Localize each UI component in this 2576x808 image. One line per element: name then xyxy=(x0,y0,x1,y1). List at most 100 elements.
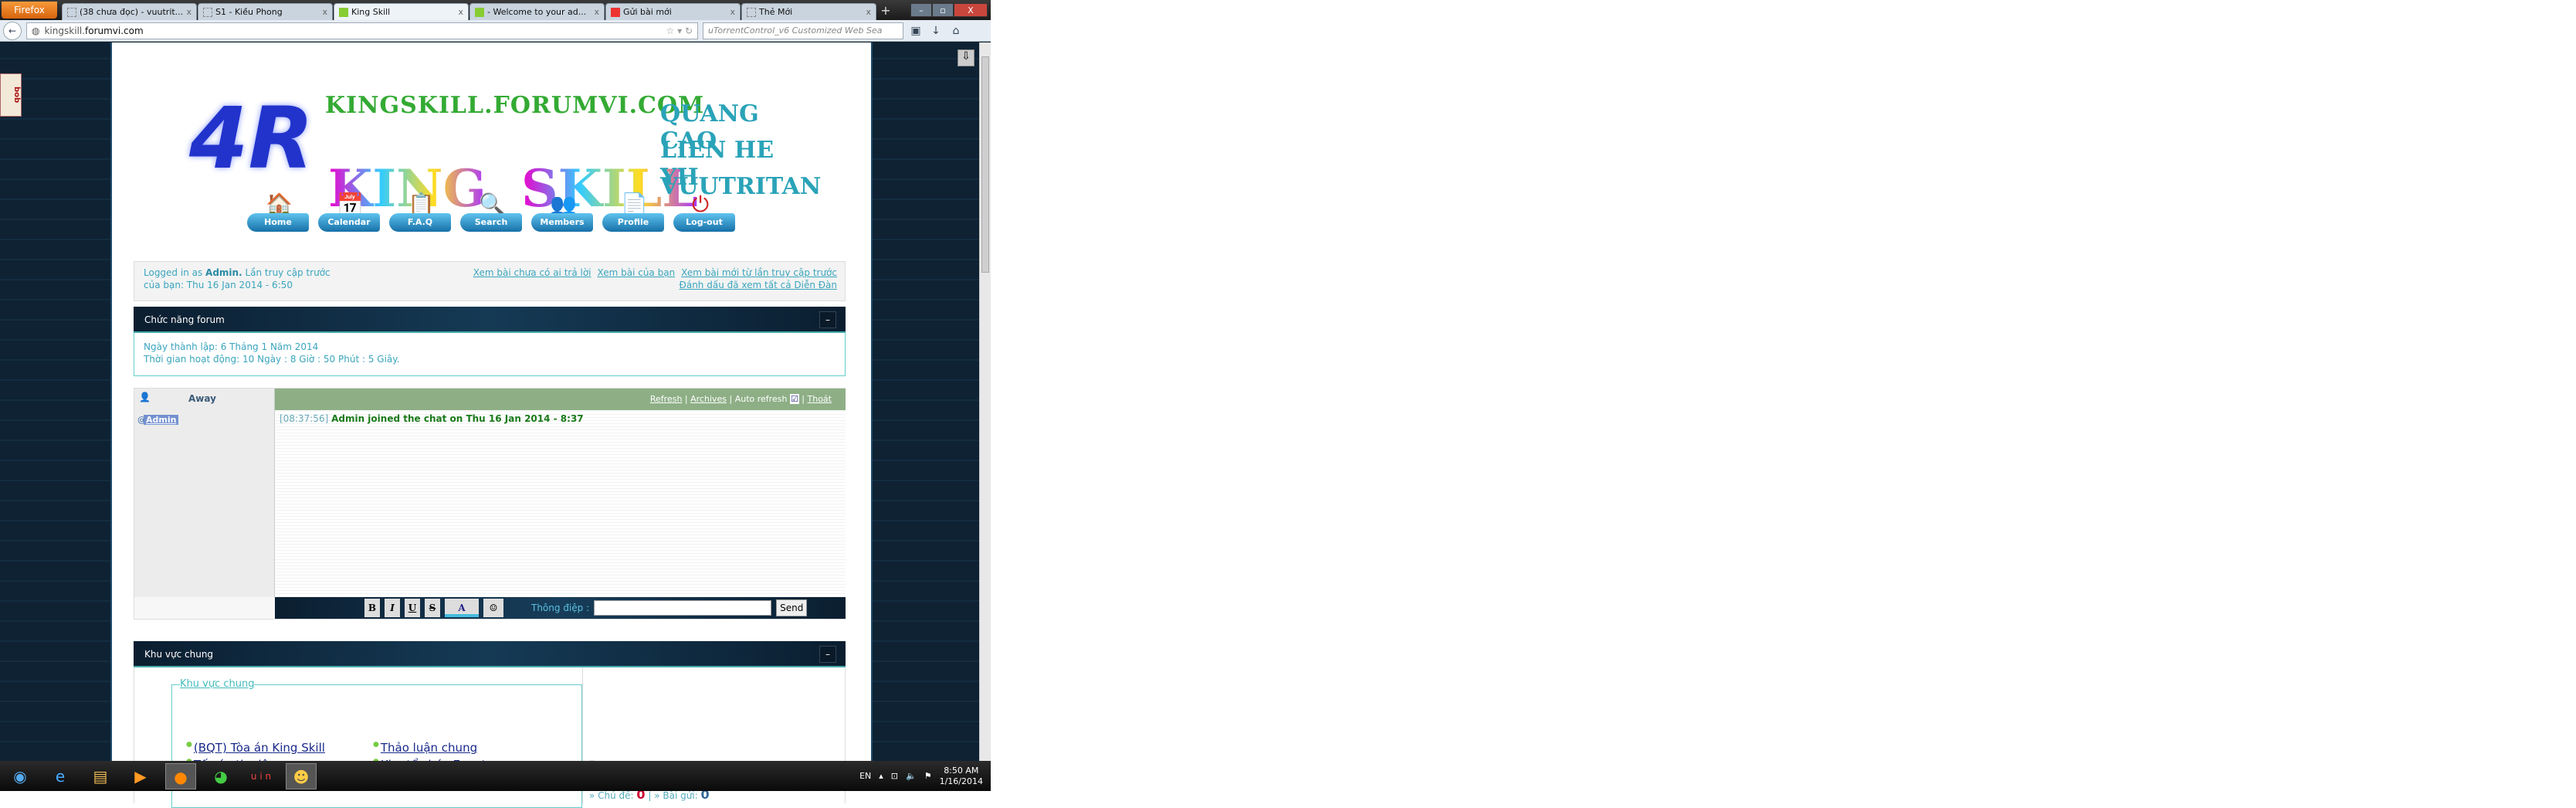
chrome-icon[interactable]: ◕ xyxy=(205,763,236,789)
close-tab-icon[interactable]: x xyxy=(186,7,192,17)
scroll-down-icon[interactable]: ⇩ xyxy=(958,49,974,66)
menu-label: F.A.Q xyxy=(389,213,451,232)
network-icon[interactable]: ⊡ xyxy=(891,771,898,781)
browser-tab-active[interactable]: King Skill x xyxy=(334,3,469,20)
archives-link[interactable]: Archives xyxy=(690,394,727,404)
tab-label: King Skill xyxy=(351,7,391,17)
home-icon[interactable]: ⌂ xyxy=(948,25,964,37)
collapse-button[interactable]: – xyxy=(819,646,836,663)
login-user[interactable]: Admin. xyxy=(205,267,242,278)
menu-home[interactable]: 🏠 Home xyxy=(247,193,310,232)
firefox-icon[interactable]: ● xyxy=(165,762,196,789)
your-posts-link[interactable]: Xem bài của bạn xyxy=(598,267,676,278)
send-button[interactable]: Send xyxy=(776,599,808,616)
flag-icon[interactable]: ⚑ xyxy=(924,771,932,781)
scrollbar[interactable] xyxy=(979,42,991,761)
close-tab-icon[interactable]: x xyxy=(730,7,735,17)
firefox-menu-button[interactable]: Firefox xyxy=(2,2,57,19)
search-input[interactable]: uTorrentControl_v6 Customized Web Sea xyxy=(703,22,903,39)
chat-user[interactable]: Admin xyxy=(144,415,179,425)
menu-label: Members xyxy=(531,213,593,232)
close-tab-icon[interactable]: x xyxy=(594,7,599,17)
menu-faq[interactable]: 📋 F.A.Q xyxy=(389,193,452,232)
favicon-icon xyxy=(747,7,756,17)
message-text: Admin joined the chat on Thu 16 Jan 2014… xyxy=(331,413,584,424)
login-info: Logged in as Admin. Lần truy cập trước c… xyxy=(134,261,846,301)
menu-search[interactable]: 🔍 Search xyxy=(460,193,524,232)
scrollbar-thumb[interactable] xyxy=(981,56,989,273)
browser-tab[interactable]: S1 - Kiều Phong x xyxy=(198,3,333,20)
browser-tab[interactable]: Gửi bài mới x xyxy=(605,3,741,20)
clock-time: 8:50 AM xyxy=(944,765,979,776)
tab-label: S1 - Kiều Phong xyxy=(215,7,283,17)
menu-label: Profile xyxy=(602,213,664,232)
explorer-icon[interactable]: ▤ xyxy=(85,763,116,789)
favicon-icon xyxy=(339,7,348,17)
menu-profile[interactable]: 📄 Profile xyxy=(602,193,666,232)
game-icon[interactable]: ☻ xyxy=(286,762,317,789)
download-icon[interactable]: ↓ xyxy=(928,25,944,37)
message-input[interactable] xyxy=(594,600,772,616)
new-posts-link[interactable]: Xem bài mới từ lần truy cập trước xyxy=(681,267,837,278)
back-button[interactable]: ← xyxy=(3,21,22,40)
subforum-link[interactable]: (BQT) Tòa án King Skill xyxy=(186,741,325,755)
tab-label: Gửi bài mới xyxy=(623,7,672,17)
unikey-icon[interactable]: u i n xyxy=(246,763,276,789)
browser-tab[interactable]: - Welcome to your ad... x xyxy=(469,3,605,20)
mark-all-read-link[interactable]: Đánh dấu đã xem tất cả Diễn Đàn xyxy=(680,280,837,290)
topics-label: » Chủ đề: xyxy=(589,790,637,801)
italic-button[interactable]: I xyxy=(385,599,400,617)
ie-icon[interactable]: e xyxy=(45,763,76,789)
panel-header: Khu vực chung – xyxy=(134,641,846,667)
panel-title: Khu vực chung xyxy=(144,649,214,660)
smiley-icon[interactable]: ☺ xyxy=(483,599,503,617)
close-window-button[interactable]: X xyxy=(954,3,988,17)
clock[interactable]: 8:50 AM 1/16/2014 xyxy=(940,766,983,787)
bookmarks-icon[interactable]: ▣ xyxy=(908,25,924,37)
bold-button[interactable]: B xyxy=(364,599,380,617)
posts-label: » Bài gửi: xyxy=(654,790,701,801)
exit-link[interactable]: Thoát xyxy=(808,394,832,404)
close-tab-icon[interactable]: x xyxy=(322,7,327,17)
subforum-link[interactable]: Thảo luận chung xyxy=(373,741,477,755)
tray-expand-icon[interactable]: ▴ xyxy=(879,771,883,781)
restore-button[interactable]: ▫ xyxy=(932,3,954,17)
bookmark-star-icon[interactable]: ☆ ▾ ↻ xyxy=(666,25,693,36)
address-bar[interactable]: ◍ kingskill.forumvi.com ☆ ▾ ↻ xyxy=(26,22,698,39)
tab-bar: Firefox (38 chưa đọc) - vuutrit... x S1 -… xyxy=(0,0,991,20)
general-area-panel: Khu vực chung – xyxy=(134,641,846,667)
window-controls: – ▫ X xyxy=(910,3,988,17)
side-tab[interactable]: bob xyxy=(0,73,22,117)
media-player-icon[interactable]: ▶ xyxy=(125,763,156,789)
strike-button[interactable]: S xyxy=(425,599,440,617)
menu-label: Calendar xyxy=(318,213,380,232)
menu-calendar[interactable]: 📅 Calendar xyxy=(318,193,381,232)
language-indicator[interactable]: EN xyxy=(859,771,871,781)
start-button[interactable]: ◉ xyxy=(5,763,36,789)
volume-icon[interactable]: 🔈 xyxy=(906,771,917,781)
main-menu: 🏠 Home 📅 Calendar 📋 F.A.Q 🔍 Search 👥 Members … xyxy=(247,193,737,232)
menu-members[interactable]: 👥 Members xyxy=(531,193,595,232)
user-icon: 👤 xyxy=(139,392,151,402)
browser-tab[interactable]: Thẻ Mới x xyxy=(741,3,876,20)
close-tab-icon[interactable]: x xyxy=(866,7,871,17)
underline-button[interactable]: U xyxy=(405,599,420,617)
category-link[interactable]: Khu vực chung xyxy=(180,678,255,690)
refresh-link[interactable]: Refresh xyxy=(650,394,683,404)
menu-label: Search xyxy=(460,213,522,232)
background-right xyxy=(873,42,979,761)
new-tab-button[interactable]: + xyxy=(877,3,894,20)
favicon-icon xyxy=(67,7,76,17)
collapse-button[interactable]: – xyxy=(819,311,836,328)
globe-icon: ◍ xyxy=(32,25,40,36)
menu-logout[interactable]: ⏻ Log-out xyxy=(673,193,737,232)
minimize-button[interactable]: – xyxy=(910,3,932,17)
auto-refresh-checkbox[interactable]: ☑ xyxy=(789,394,799,404)
browser-tab[interactable]: (38 chưa đọc) - vuutrit... x xyxy=(62,3,197,20)
auto-refresh-label: Auto refresh xyxy=(734,394,788,404)
menu-label: Log-out xyxy=(673,213,735,232)
unanswered-link[interactable]: Xem bài chưa có ai trả lời xyxy=(473,267,591,278)
forum-page: 4R KINGSKILL.FORUMVI.COM KING SKILL QUAN… xyxy=(110,42,873,808)
text-color-button[interactable]: A xyxy=(445,599,479,617)
close-tab-icon[interactable]: x xyxy=(458,7,463,17)
